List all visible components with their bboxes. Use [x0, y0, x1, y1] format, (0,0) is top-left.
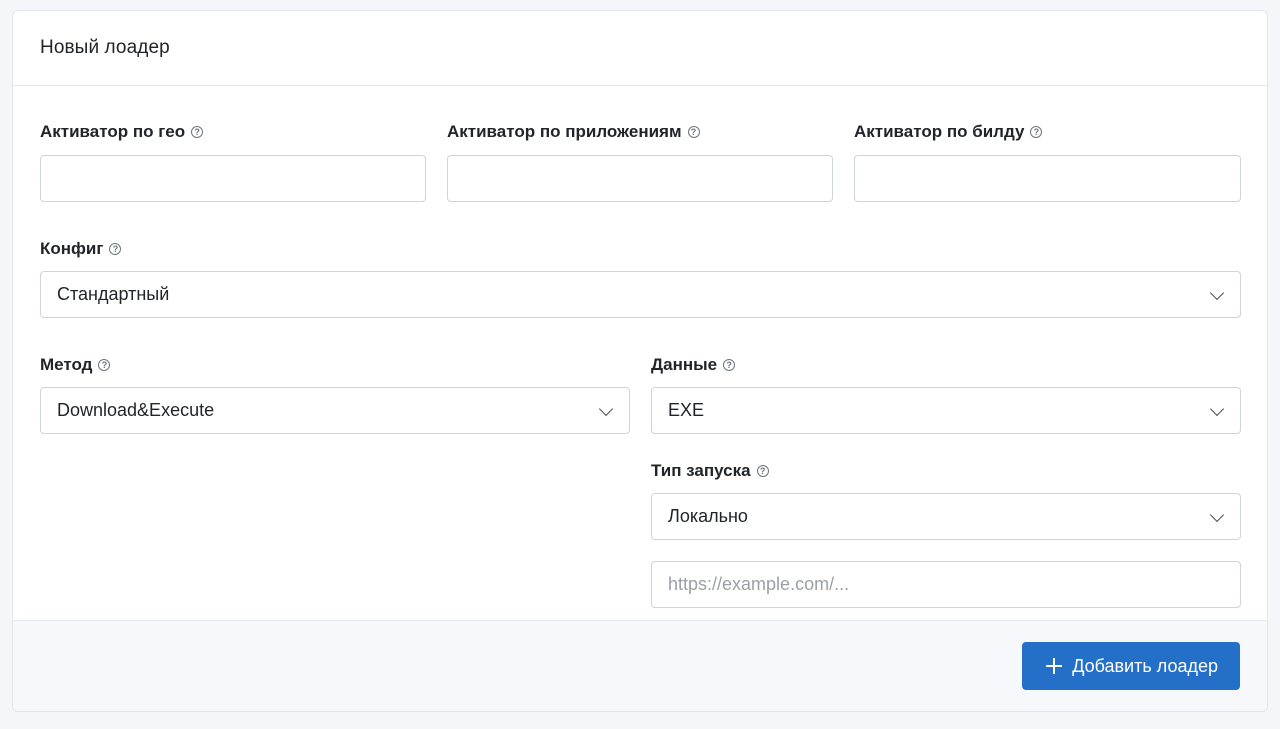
launch-type-label: Тип запуска ? [651, 460, 769, 482]
chevron-down-icon [1209, 507, 1225, 522]
data-select[interactable]: EXE [651, 387, 1241, 434]
method-select[interactable]: Download&Execute [40, 387, 630, 434]
help-icon[interactable]: ? [723, 359, 736, 371]
chevron-down-icon [1209, 401, 1225, 416]
chevron-down-icon [1209, 285, 1225, 300]
add-loader-button-label: Добавить лоадер [1072, 655, 1218, 676]
card-title: Новый лоадер [40, 37, 170, 58]
card-header: Новый лоадер [13, 11, 1267, 86]
geo-activator-label: Активатор по гео ? [40, 121, 204, 143]
app-activator-label: Активатор по приложениям ? [447, 121, 700, 143]
data-selected-value: EXE [668, 400, 705, 420]
help-icon[interactable]: ? [98, 359, 111, 371]
help-icon[interactable]: ? [687, 126, 700, 138]
data-label: Данные ? [651, 354, 736, 376]
chevron-down-icon [598, 401, 614, 416]
build-activator-input[interactable] [854, 155, 1241, 202]
card-body: Активатор по гео ? Активатор по приложен… [13, 86, 1267, 620]
plus-icon [1046, 658, 1063, 674]
new-loader-card: Новый лоадер Активатор по гео ? Активато… [12, 10, 1268, 712]
launch-type-select[interactable]: Локально [651, 493, 1241, 540]
method-selected-value: Download&Execute [57, 400, 215, 420]
build-activator-label: Активатор по билду ? [854, 121, 1043, 143]
help-icon[interactable]: ? [756, 465, 769, 477]
card-footer: Добавить лоадер [13, 620, 1267, 711]
launch-type-selected-value: Локально [668, 506, 748, 526]
help-icon[interactable]: ? [1030, 126, 1043, 138]
config-label: Конфиг ? [40, 238, 122, 260]
url-input[interactable] [651, 561, 1241, 608]
config-select[interactable]: Стандартный [40, 271, 1241, 318]
config-selected-value: Стандартный [57, 284, 170, 304]
app-activator-input[interactable] [447, 155, 833, 202]
method-label: Метод ? [40, 354, 111, 376]
help-icon[interactable]: ? [191, 126, 204, 138]
add-loader-button[interactable]: Добавить лоадер [1022, 642, 1240, 690]
geo-activator-input[interactable] [40, 155, 426, 202]
help-icon[interactable]: ? [109, 243, 122, 255]
